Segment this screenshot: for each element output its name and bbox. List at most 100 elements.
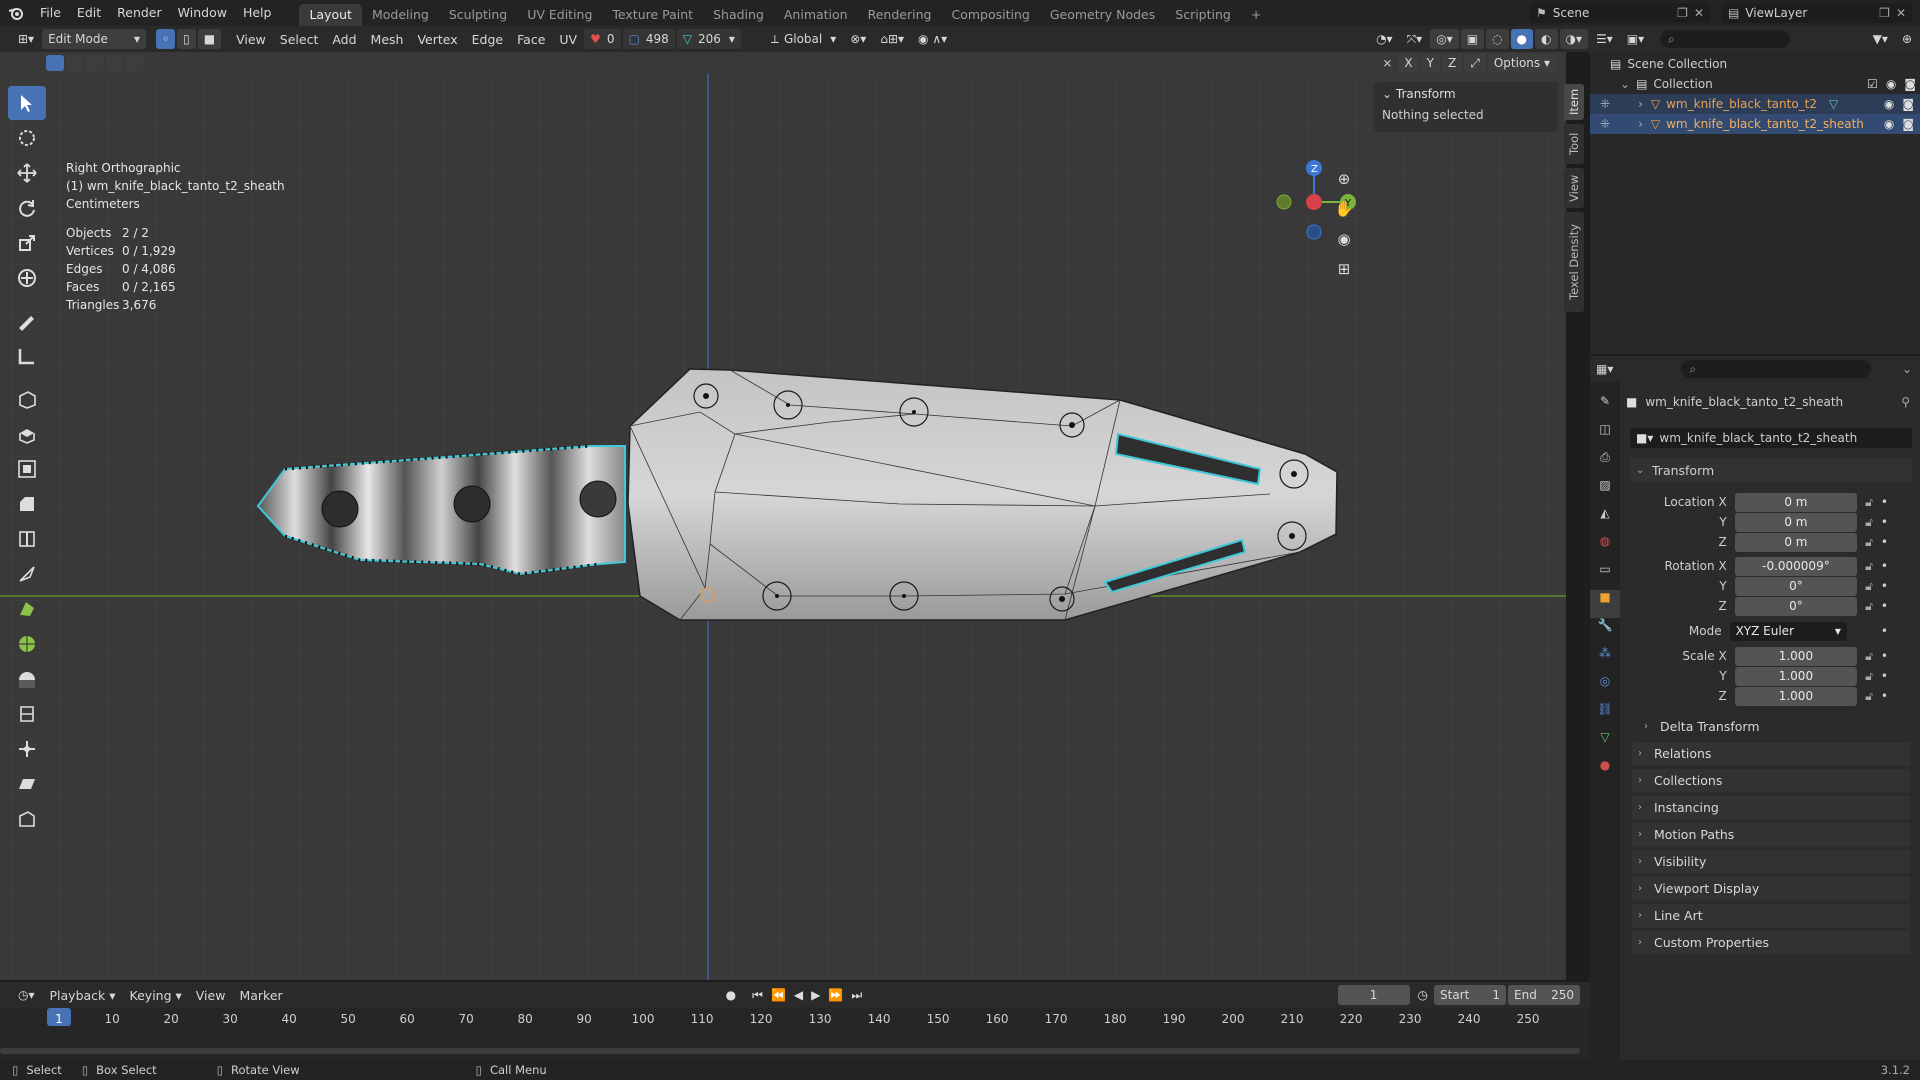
- edge-select-icon[interactable]: ▯: [177, 29, 196, 49]
- lock-icon[interactable]: 🔓︎: [1865, 669, 1873, 684]
- mirror-z-button[interactable]: Z: [1442, 54, 1463, 72]
- lock-icon[interactable]: 🔓︎: [1865, 689, 1873, 704]
- transform-section-header[interactable]: ⌄ Transform: [1630, 458, 1912, 482]
- mirror-x-button[interactable]: X: [1398, 54, 1419, 72]
- menu-file[interactable]: File: [32, 0, 69, 26]
- modifier-tab-icon[interactable]: 🔧: [1590, 618, 1620, 646]
- timeline-scrollbar[interactable]: [0, 1048, 1580, 1054]
- properties-search-input[interactable]: ⌕: [1681, 360, 1872, 378]
- menu-render[interactable]: Render: [109, 0, 170, 26]
- jump-start-icon[interactable]: ⏮: [752, 988, 771, 1002]
- pan-hand-icon[interactable]: ✋: [1332, 200, 1356, 230]
- object-tab-icon[interactable]: ■: [1590, 590, 1620, 618]
- select-box-tool-icon[interactable]: [8, 86, 46, 120]
- scale-tool-icon[interactable]: [8, 226, 46, 260]
- extrude-tool-icon[interactable]: [8, 417, 46, 451]
- tab-texture-paint[interactable]: Texture Paint: [602, 4, 703, 26]
- camera-icon[interactable]: ◉: [1332, 230, 1356, 260]
- viewlayer-selector[interactable]: ▤ ViewLayer ❐ ✕: [1722, 3, 1912, 23]
- menu-timeline-view[interactable]: View: [189, 988, 233, 1003]
- eye-icon[interactable]: ◉: [1884, 117, 1894, 131]
- face-select-icon[interactable]: ■: [197, 29, 222, 49]
- keyframe-dot-icon[interactable]: •: [1881, 579, 1888, 593]
- tab-item[interactable]: Item: [1564, 84, 1584, 120]
- mode-dropdown[interactable]: Edit Mode ▾: [42, 29, 147, 49]
- eye-icon[interactable]: ◉: [1886, 77, 1896, 91]
- menu-uv[interactable]: UV: [552, 32, 584, 47]
- current-frame-field[interactable]: 1: [1337, 985, 1410, 1005]
- tab-shading[interactable]: Shading: [703, 4, 774, 26]
- view-layer-tab-icon[interactable]: ▨: [1590, 478, 1620, 506]
- menu-playback[interactable]: Playback ▾: [43, 988, 123, 1003]
- tab-animation[interactable]: Animation: [774, 4, 858, 26]
- outliner-editor-icon[interactable]: ☰▾: [1590, 29, 1619, 49]
- tab-scripting[interactable]: Scripting: [1165, 4, 1241, 26]
- keyframe-dot-icon[interactable]: •: [1881, 515, 1888, 529]
- lock-icon[interactable]: 🔓︎: [1865, 535, 1873, 550]
- copy-icon[interactable]: ❐: [1879, 6, 1890, 20]
- filter-icon[interactable]: ▼▾: [1867, 29, 1894, 49]
- material-shading-icon[interactable]: ◐: [1535, 29, 1558, 49]
- scene-tab-icon[interactable]: ◭: [1590, 506, 1620, 534]
- count-red-field[interactable]: ♥ 0: [584, 29, 621, 49]
- delta-transform-subsection[interactable]: › Delta Transform: [1644, 715, 1910, 739]
- editor-type-icon[interactable]: ⊞▾: [12, 29, 40, 49]
- select-invert-icon[interactable]: [106, 55, 124, 71]
- poly-build-tool-icon[interactable]: [8, 592, 46, 626]
- tab-view[interactable]: View: [1564, 168, 1584, 208]
- tab-tool[interactable]: Tool: [1564, 124, 1584, 164]
- outliner-item-1[interactable]: ⁜ › ▽ wm_knife_black_tanto_t2 ▽ ◉ ◙: [1590, 94, 1920, 114]
- mirror-y-button[interactable]: Y: [1420, 54, 1440, 72]
- bevel-tool-icon[interactable]: [8, 487, 46, 521]
- proportional-edit-icon[interactable]: ◉ ∧▾: [912, 29, 953, 49]
- select-subtract-icon[interactable]: [86, 55, 104, 71]
- chevron-down-icon[interactable]: ⌄: [1620, 77, 1630, 91]
- scale-y-field[interactable]: 1.000: [1734, 666, 1858, 686]
- tab-compositing[interactable]: Compositing: [941, 4, 1039, 26]
- location-y-field[interactable]: 0 m: [1734, 512, 1858, 532]
- menu-edge[interactable]: Edge: [465, 32, 510, 47]
- select-new-icon[interactable]: [46, 55, 64, 71]
- rotation-mode-dropdown[interactable]: XYZ Euler ▾: [1729, 621, 1847, 641]
- menu-add[interactable]: Add: [325, 32, 363, 47]
- camera-icon[interactable]: ◙: [1902, 117, 1914, 131]
- rotation-y-field[interactable]: 0°: [1734, 576, 1858, 596]
- visibility-icon[interactable]: ◔▾: [1370, 29, 1399, 49]
- smooth-tool-icon[interactable]: [8, 662, 46, 696]
- keyframe-dot-icon[interactable]: •: [1881, 559, 1888, 573]
- lock-icon[interactable]: 🔓︎: [1865, 495, 1873, 510]
- next-key-icon[interactable]: ⏩: [828, 988, 851, 1002]
- mirror-icon[interactable]: ⨯: [1382, 56, 1392, 70]
- menu-help[interactable]: Help: [235, 0, 280, 26]
- tool-tab-icon[interactable]: ✎: [1590, 394, 1620, 422]
- menu-keying[interactable]: Keying ▾: [123, 988, 189, 1003]
- xray-icon[interactable]: ▣: [1460, 29, 1485, 49]
- add-cube-tool-icon[interactable]: [8, 382, 46, 416]
- collections-section[interactable]: › Collections: [1632, 769, 1910, 793]
- lock-icon[interactable]: 🔓︎: [1865, 579, 1873, 594]
- keyframe-dot-icon[interactable]: •: [1881, 624, 1888, 638]
- scene-collection-row[interactable]: ▤ Scene Collection: [1610, 54, 1727, 74]
- count-teal-field[interactable]: ▽ 206 ▾: [676, 29, 741, 49]
- lock-icon[interactable]: 🔓︎: [1865, 515, 1873, 530]
- play-reverse-icon[interactable]: ◀: [794, 988, 811, 1002]
- loop-cut-tool-icon[interactable]: [8, 522, 46, 556]
- tab-layout[interactable]: Layout: [299, 4, 362, 26]
- grid-icon[interactable]: ⊞: [1332, 260, 1356, 290]
- motion-paths-section[interactable]: › Motion Paths: [1632, 823, 1910, 847]
- shear-tool-icon[interactable]: [8, 767, 46, 801]
- count-blue-field[interactable]: ▢ 498: [622, 29, 675, 49]
- 3d-viewport[interactable]: Z Y Right Orthographic (1) wm_knife_blac…: [0, 74, 1566, 980]
- instancing-section[interactable]: › Instancing: [1632, 796, 1910, 820]
- menu-mesh[interactable]: Mesh: [364, 32, 411, 47]
- copy-icon[interactable]: ❐: [1677, 6, 1688, 20]
- menu-select[interactable]: Select: [273, 32, 326, 47]
- add-workspace-icon[interactable]: +: [1241, 4, 1271, 26]
- select-extend-icon[interactable]: [66, 55, 84, 71]
- close-icon[interactable]: ✕: [1896, 6, 1906, 20]
- tab-uv-editing[interactable]: UV Editing: [517, 4, 602, 26]
- keyframe-dot-icon[interactable]: •: [1881, 669, 1888, 683]
- stopwatch-icon[interactable]: ◷: [1418, 988, 1428, 1002]
- spin-tool-icon[interactable]: [8, 627, 46, 661]
- menu-marker[interactable]: Marker: [232, 988, 289, 1003]
